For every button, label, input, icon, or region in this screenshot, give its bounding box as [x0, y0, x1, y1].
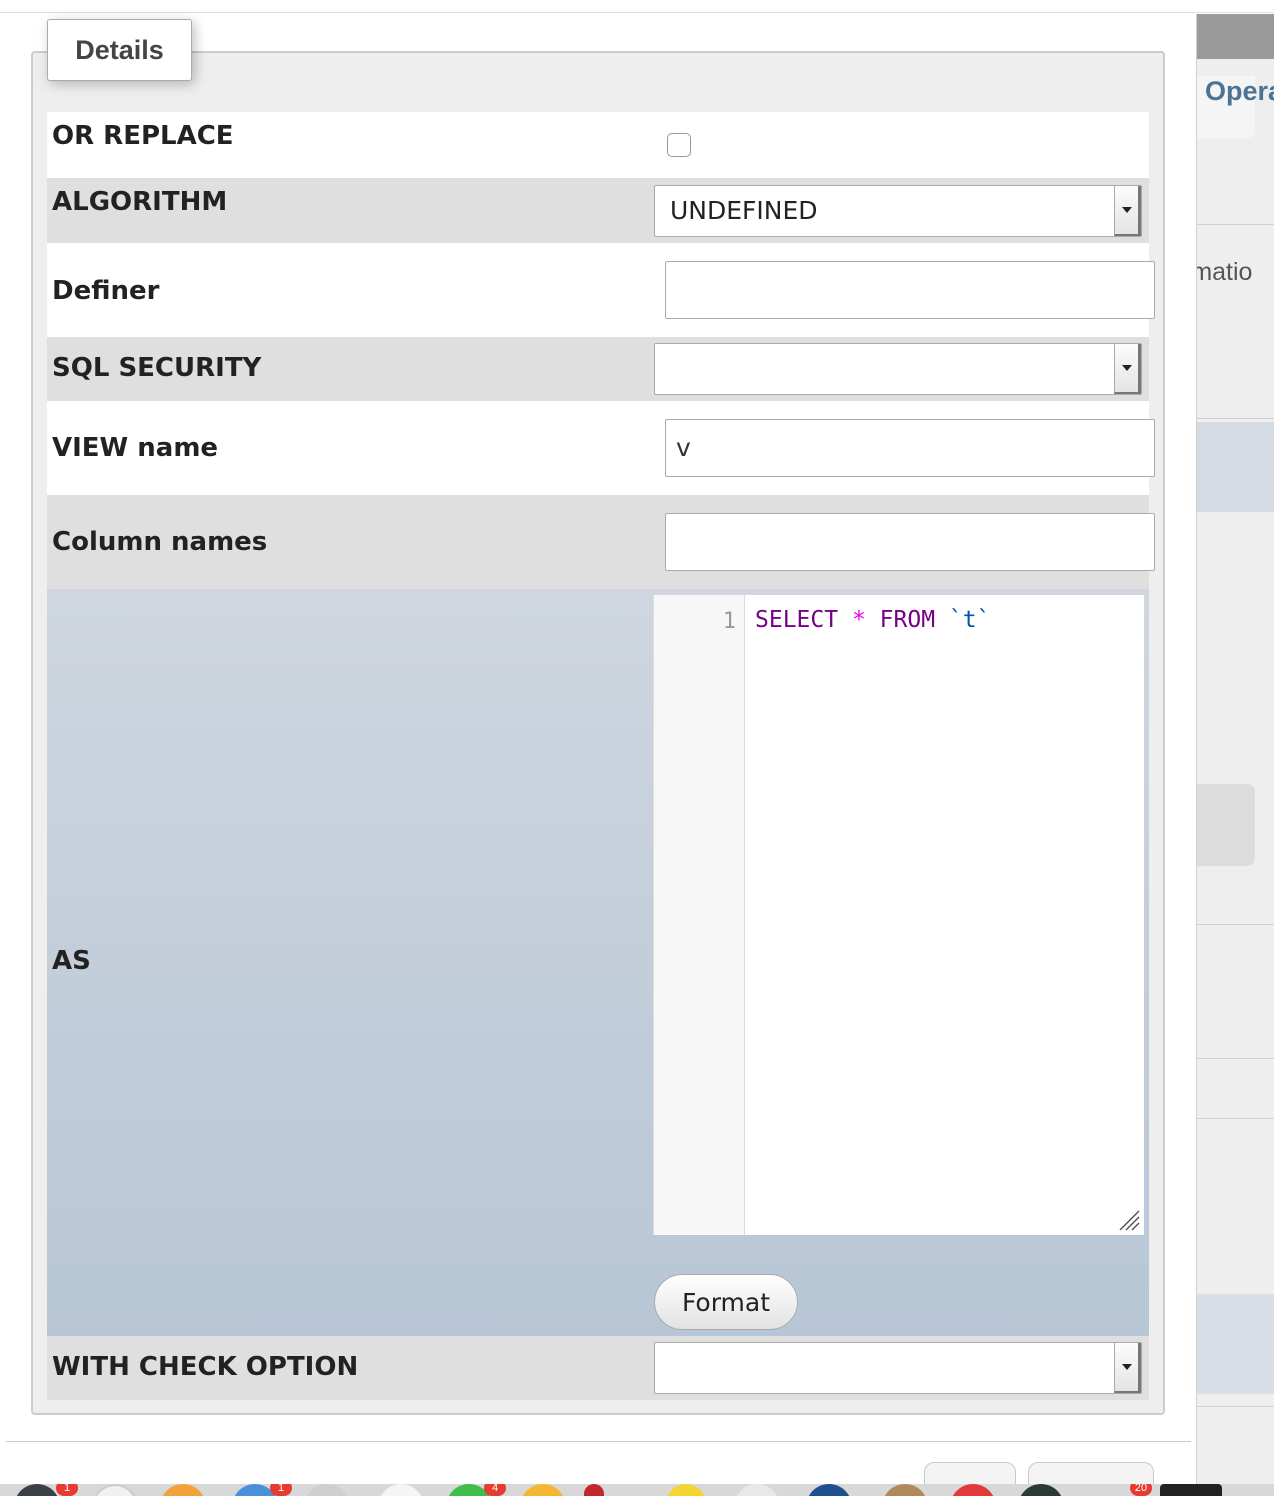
view-name-label: VIEW name [52, 433, 219, 463]
background-divider [1197, 418, 1274, 419]
or-replace-label: OR REPLACE [52, 121, 234, 151]
row-column-names: Column names [47, 495, 1155, 589]
as-label: AS [52, 946, 91, 976]
notification-badge: 1 [270, 1484, 292, 1496]
dock-app-icon[interactable] [378, 1484, 424, 1496]
dock-app-icon[interactable] [584, 1484, 604, 1496]
column-names-input[interactable] [665, 513, 1155, 571]
sql-table-identifier: `t` [948, 607, 991, 633]
dock-app-icon[interactable] [520, 1484, 566, 1496]
background-information-text: rmatio [1197, 258, 1253, 286]
background-tab-operations[interactable]: Opera [1205, 76, 1274, 107]
background-divider [1197, 1406, 1274, 1407]
row-view-name: VIEW name v [47, 401, 1155, 495]
sql-keyword-select: SELECT [755, 607, 839, 633]
window-top-edge [0, 0, 1274, 13]
line-number: 1 [722, 609, 736, 634]
chevron-down-icon[interactable] [1114, 1343, 1141, 1393]
row-sql-security: SQL SECURITY [47, 337, 1149, 401]
row-algorithm: ALGORITHM UNDEFINED [47, 178, 1149, 243]
row-or-replace: OR REPLACE [47, 112, 1149, 178]
system-dock: 1 1 4 20 [0, 1484, 1274, 1496]
sql-security-select[interactable] [654, 343, 1142, 395]
sql-code-line[interactable]: SELECT * FROM `t` [755, 607, 990, 633]
chevron-down-icon[interactable] [1114, 344, 1141, 394]
background-divider [1197, 924, 1274, 925]
dock-app-icon[interactable] [666, 1484, 706, 1496]
sql-operator-star: * [851, 607, 866, 633]
row-definer: Definer [47, 243, 1155, 337]
dock-app-icon[interactable] [882, 1484, 928, 1496]
notification-badge: 20 [1130, 1484, 1152, 1496]
row-with-check-option: WITH CHECK OPTION [47, 1336, 1149, 1400]
dock-app-icon[interactable] [160, 1484, 206, 1496]
row-as: AS 1 SELECT * FROM `t` Format [47, 589, 1149, 1336]
algorithm-value: UNDEFINED [670, 196, 818, 225]
algorithm-label: ALGORITHM [52, 187, 228, 217]
notification-badge: 1 [56, 1484, 78, 1496]
sql-security-label: SQL SECURITY [52, 353, 262, 383]
sql-editor[interactable]: 1 SELECT * FROM `t` [653, 595, 1144, 1235]
background-button[interactable] [1197, 784, 1255, 866]
details-legend: Details [47, 19, 192, 81]
column-names-label: Column names [52, 527, 268, 557]
dock-app-icon[interactable] [1018, 1484, 1064, 1496]
dock-app-icon[interactable] [734, 1484, 780, 1496]
background-page: Opera rmatio [1196, 14, 1274, 1484]
dialog-footer-divider [6, 1441, 1191, 1442]
algorithm-select[interactable]: UNDEFINED [654, 185, 1142, 237]
dock-app-icon[interactable] [1160, 1484, 1222, 1496]
chevron-down-icon[interactable] [1114, 186, 1141, 236]
background-divider [1197, 224, 1274, 225]
dock-app-icon[interactable] [92, 1484, 138, 1496]
definer-label: Definer [52, 276, 160, 306]
dock-app-icon[interactable] [14, 1484, 60, 1496]
line-gutter: 1 [654, 595, 745, 1235]
sql-keyword-from: FROM [879, 607, 936, 633]
dock-app-icon[interactable] [304, 1484, 350, 1496]
dock-app-icon[interactable] [806, 1484, 852, 1496]
notification-badge: 4 [484, 1484, 506, 1496]
with-check-option-select[interactable] [654, 1342, 1142, 1394]
format-button[interactable]: Format [654, 1274, 798, 1330]
with-check-option-label: WITH CHECK OPTION [52, 1352, 359, 1382]
background-divider [1197, 1118, 1274, 1119]
resize-handle-icon[interactable] [1118, 1209, 1140, 1231]
view-name-input[interactable]: v [665, 419, 1155, 477]
background-divider [1197, 1058, 1274, 1059]
create-view-dialog: Details OR REPLACE ALGORITHM UNDEFINED D… [0, 14, 1196, 1492]
dock-app-icon[interactable] [950, 1484, 996, 1496]
definer-input[interactable] [665, 261, 1155, 319]
background-topbar [1197, 14, 1274, 59]
or-replace-checkbox[interactable] [667, 133, 691, 157]
background-highlight [1197, 422, 1274, 512]
background-highlight [1197, 1294, 1274, 1394]
